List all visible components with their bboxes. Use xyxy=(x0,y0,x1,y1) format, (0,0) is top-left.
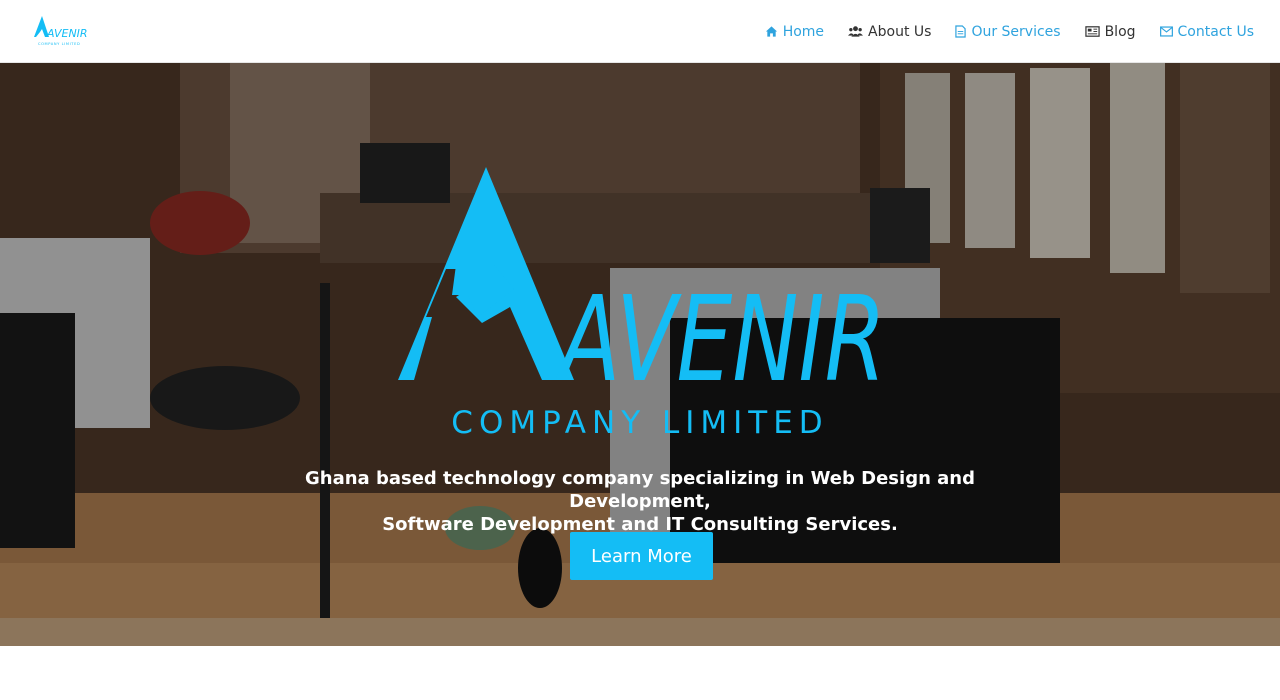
nav-blog[interactable]: Blog xyxy=(1084,23,1136,40)
nav-about-us-label: About Us xyxy=(868,23,932,40)
nav-contact-us[interactable]: Contact Us xyxy=(1159,23,1254,40)
avenir-hero-logo: AVENIR xyxy=(398,167,886,393)
nav-our-services[interactable]: Our Services xyxy=(955,23,1061,40)
document-icon xyxy=(955,25,967,38)
home-icon xyxy=(765,26,777,37)
users-icon xyxy=(848,26,863,37)
newspaper-icon xyxy=(1084,26,1100,37)
learn-more-button[interactable]: Learn More xyxy=(570,532,713,580)
hero-section: AVENIR COMPANY LIMITED Ghana based techn… xyxy=(0,63,1280,646)
nav-our-services-label: Our Services xyxy=(971,23,1061,40)
brand-subtitle: COMPANY LIMITED xyxy=(38,42,80,46)
envelope-icon xyxy=(1159,26,1173,37)
brand-logo[interactable]: AVENIR COMPANY LIMITED xyxy=(32,14,88,48)
avenir-logo-icon: AVENIR COMPANY LIMITED xyxy=(34,16,88,46)
hero-tagline-line1: Ghana based technology company specializ… xyxy=(304,468,976,512)
nav-contact-us-label: Contact Us xyxy=(1177,23,1254,40)
hero-logo-wordmark: AVENIR xyxy=(555,270,886,393)
navbar: AVENIR COMPANY LIMITED Home About Us Our… xyxy=(0,0,1280,63)
hero-logo-subtitle: COMPANY LIMITED xyxy=(451,405,829,441)
brand-wordmark: AVENIR xyxy=(46,27,88,40)
main-nav: Home About Us Our Services Blog Contact … xyxy=(765,0,1254,63)
nav-home-label: Home xyxy=(782,23,825,40)
nav-home[interactable]: Home xyxy=(765,24,824,40)
hero-tagline: Ghana based technology company specializ… xyxy=(240,467,1040,536)
nav-blog-label: Blog xyxy=(1104,23,1136,40)
nav-about-us[interactable]: About Us xyxy=(848,24,931,40)
